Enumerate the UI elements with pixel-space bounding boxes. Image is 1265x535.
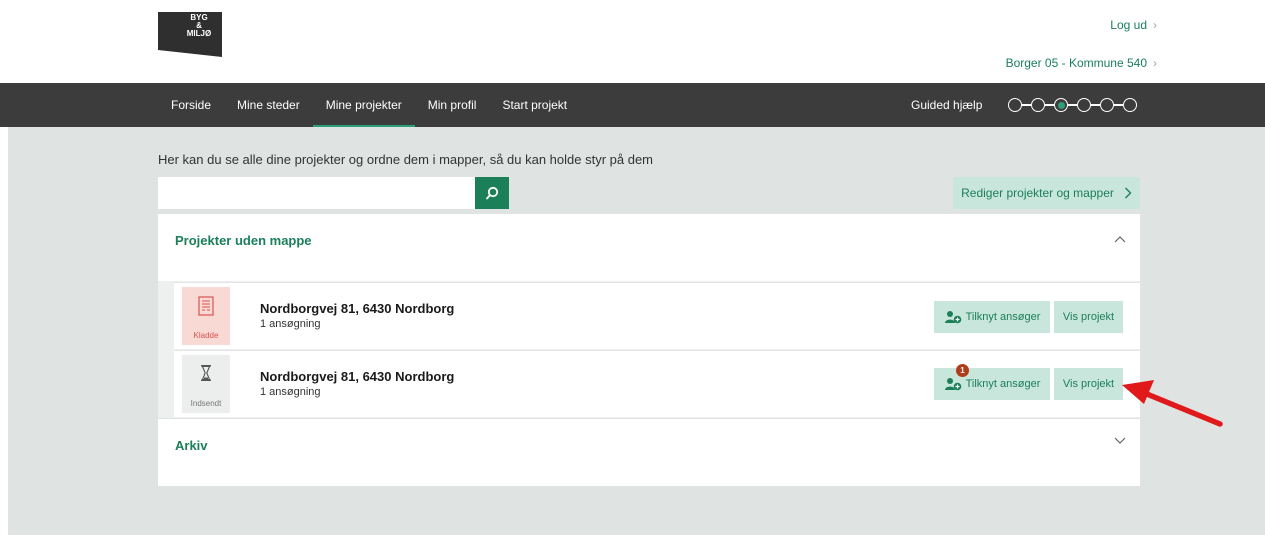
step-5[interactable]	[1100, 98, 1114, 112]
view-project-button[interactable]: Vis projekt	[1050, 368, 1123, 400]
project-address: Nordborgvej 81, 6430 Nordborg	[260, 369, 455, 384]
chevron-right-icon	[1124, 187, 1132, 199]
search-input[interactable]	[158, 177, 475, 209]
attach-applicant-button[interactable]: Tilknyt ansøger	[934, 368, 1050, 400]
view-project-button[interactable]: Vis projekt	[1050, 301, 1123, 333]
intro-text: Her kan du se alle dine projekter og ord…	[158, 152, 654, 167]
application-count: 1 ansøgning	[260, 318, 321, 330]
application-count: 1 ansøgning	[260, 386, 321, 398]
nav-item-min-profil[interactable]: Min profil	[415, 83, 490, 127]
user-label: Borger 05 - Kommune 540	[1005, 56, 1147, 70]
nav-item-forside[interactable]: Forside	[158, 83, 224, 127]
group-title-no-folder: Projekter uden mappe	[175, 233, 312, 248]
chevron-down-icon	[1114, 437, 1126, 444]
chevron-right-icon: ›	[1153, 56, 1157, 70]
status-badge-sent: Indsendt	[182, 355, 230, 413]
step-3[interactable]	[1054, 98, 1068, 112]
group-title-archive: Arkiv	[175, 438, 208, 453]
step-connector	[1068, 104, 1077, 106]
edit-button-label: Rediger projekter og mapper	[961, 186, 1114, 200]
project-address: Nordborgvej 81, 6430 Nordborg	[260, 301, 455, 316]
step-connector	[1114, 104, 1123, 106]
group-header-no-folder[interactable]: Projekter uden mappe	[158, 214, 1140, 281]
notification-badge: 1	[956, 364, 969, 377]
red-arrow-annotation-icon	[1122, 380, 1223, 427]
attach-label: Tilknyt ansøger	[965, 378, 1041, 390]
add-user-icon	[944, 311, 961, 324]
user-link[interactable]: Borger 05 - Kommune 540 ›	[1006, 56, 1157, 70]
chevron-right-icon: ›	[1153, 18, 1157, 32]
step-connector	[1022, 104, 1031, 106]
project-row: Indsendt Nordborgvej 81, 6430 Nordborg 1…	[174, 350, 1140, 417]
search-button[interactable]	[475, 177, 509, 209]
attach-label: Tilknyt ansøger	[965, 311, 1041, 323]
edit-projects-folders-button[interactable]: Rediger projekter og mapper	[953, 177, 1140, 209]
nav-item-mine-projekter[interactable]: Mine projekter	[312, 83, 415, 127]
chevron-up-icon	[1114, 236, 1126, 243]
step-connector	[1091, 104, 1100, 106]
top-header: BYG & MILJØ Log ud › Borger 05 - Kommune…	[0, 0, 1265, 83]
project-list: Kladde Nordborgvej 81, 6430 Nordborg 1 a…	[158, 281, 1140, 418]
add-user-icon	[944, 378, 961, 391]
nav-items: Forside Mine steder Mine projekter Min p…	[158, 83, 580, 127]
logout-link[interactable]: Log ud ›	[1110, 18, 1157, 32]
status-label: Kladde	[193, 331, 219, 340]
step-1[interactable]	[1008, 98, 1022, 112]
byg-miljo-logo[interactable]: BYG & MILJØ	[158, 12, 222, 57]
guided-help-link[interactable]: Guided hjælp	[911, 83, 982, 127]
logout-label: Log ud	[1110, 18, 1147, 32]
document-icon	[198, 296, 214, 316]
nav-item-mine-steder[interactable]: Mine steder	[224, 83, 313, 127]
main-navbar: Forside Mine steder Mine projekter Min p…	[0, 83, 1265, 127]
group-header-archive[interactable]: Arkiv	[158, 419, 1140, 486]
step-connector	[1045, 104, 1054, 106]
guided-steps[interactable]	[1008, 96, 1137, 114]
project-row: Kladde Nordborgvej 81, 6430 Nordborg 1 a…	[174, 282, 1140, 349]
step-2[interactable]	[1031, 98, 1045, 112]
nav-item-start-projekt[interactable]: Start projekt	[489, 83, 580, 127]
step-4[interactable]	[1077, 98, 1091, 112]
step-6[interactable]	[1123, 98, 1137, 112]
logo-line-3: MILJØ	[186, 29, 212, 38]
logo-text: BYG & MILJØ	[158, 14, 222, 38]
status-badge-draft: Kladde	[182, 287, 230, 345]
attach-applicant-button[interactable]: Tilknyt ansøger	[934, 301, 1050, 333]
hourglass-icon	[201, 365, 211, 381]
search-icon	[486, 186, 499, 200]
status-label: Indsendt	[190, 399, 222, 408]
